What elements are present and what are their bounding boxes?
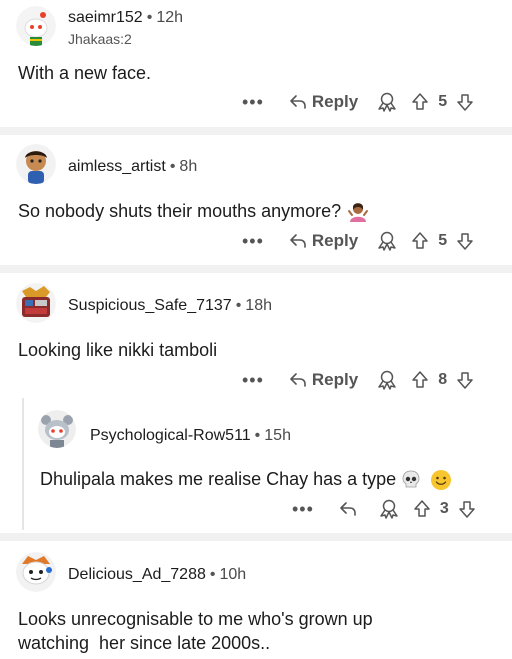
separator-dot: •: [235, 297, 242, 314]
vote-score: 3: [439, 500, 449, 517]
reply-label: Reply: [311, 231, 359, 250]
award-icon[interactable]: [376, 91, 398, 113]
timestamp: 10h: [219, 566, 247, 583]
reply-icon: [290, 234, 306, 248]
username[interactable]: Delicious_Ad_7288: [68, 566, 206, 583]
vote-score: 8: [438, 371, 448, 388]
comment-body: With a new face.: [18, 63, 152, 83]
reply-icon: [290, 95, 306, 109]
upvote-icon[interactable]: [412, 499, 432, 519]
downvote-icon[interactable]: [457, 499, 477, 519]
comment-body: So nobody shuts their mouths anymore?: [18, 201, 342, 221]
avatar[interactable]: [16, 283, 56, 323]
comment-body-line-2: watching her since late 2000s..: [18, 633, 271, 653]
reply-icon: [290, 373, 306, 387]
avatar[interactable]: [38, 410, 76, 448]
comment-body-line: So nobody shuts their mouths anymore?: [18, 199, 369, 223]
vote-score: 5: [438, 93, 448, 110]
username[interactable]: saeimr152: [68, 9, 143, 26]
comment-body-line-1: Looks unrecognisable to me who's grown u…: [18, 609, 373, 629]
snoo-avatar-icon: [16, 6, 56, 46]
user-flair: Jhakaas:2: [68, 31, 132, 47]
snoo-avatar-icon: [16, 283, 56, 323]
snoo-avatar-icon: [38, 410, 76, 448]
snoo-avatar-icon: [16, 144, 56, 184]
more-options-button[interactable]: •••: [292, 500, 314, 518]
more-options-button[interactable]: •••: [242, 232, 264, 250]
downvote-icon[interactable]: [455, 92, 475, 112]
more-options-button[interactable]: •••: [242, 93, 264, 111]
reply-label: Reply: [311, 92, 359, 111]
reply-button[interactable]: Reply: [288, 231, 358, 251]
comment-actions: ••• Reply 5: [242, 229, 475, 253]
more-options-button[interactable]: •••: [242, 371, 264, 389]
separator-dot: •: [209, 566, 216, 583]
avatar[interactable]: [16, 6, 56, 46]
downvote-icon[interactable]: [455, 231, 475, 251]
avatar[interactable]: [16, 552, 56, 592]
person-shrugging-emoji: [347, 201, 369, 223]
comment-actions: ••• Reply 5: [242, 90, 475, 114]
downvote-icon[interactable]: [455, 370, 475, 390]
reply-button[interactable]: Reply: [288, 370, 358, 390]
comment-body: Dhulipala makes me realise Chay has a ty…: [40, 469, 397, 489]
username[interactable]: Psychological-Row511: [90, 427, 251, 444]
timestamp: 15h: [264, 427, 291, 444]
username[interactable]: Suspicious_Safe_7137: [68, 297, 232, 314]
separator-dot: •: [146, 9, 153, 26]
comment-body: Looking like nikki tamboli: [18, 340, 218, 360]
upvote-icon[interactable]: [410, 92, 430, 112]
award-icon[interactable]: [378, 498, 400, 520]
slightly-smiling-face-emoji: [430, 469, 452, 491]
upvote-icon[interactable]: [410, 370, 430, 390]
comment-body-line: Dhulipala makes me realise Chay has a ty…: [40, 467, 452, 491]
separator-dot: •: [169, 158, 176, 175]
award-icon[interactable]: [376, 230, 398, 252]
reply-button[interactable]: [338, 499, 362, 519]
username[interactable]: aimless_artist: [68, 158, 166, 175]
skull-emoji: [400, 469, 422, 491]
timestamp: 18h: [245, 297, 272, 314]
thread-line[interactable]: [22, 398, 24, 530]
award-icon[interactable]: [376, 369, 398, 391]
comment-divider: [0, 533, 512, 541]
comment-divider: [0, 265, 512, 273]
timestamp: 8h: [179, 158, 198, 175]
snoo-avatar-icon: [16, 552, 56, 592]
avatar[interactable]: [16, 144, 56, 184]
reply-label: Reply: [311, 370, 359, 389]
reply-icon: [340, 502, 356, 516]
reply-button[interactable]: Reply: [288, 92, 358, 112]
upvote-icon[interactable]: [410, 231, 430, 251]
separator-dot: •: [254, 427, 261, 444]
comment-actions: ••• Reply 8: [242, 368, 475, 392]
comment-divider: [0, 127, 512, 135]
comment-actions: ••• 3: [292, 497, 477, 521]
timestamp: 12h: [156, 9, 184, 26]
vote-score: 5: [438, 232, 448, 249]
